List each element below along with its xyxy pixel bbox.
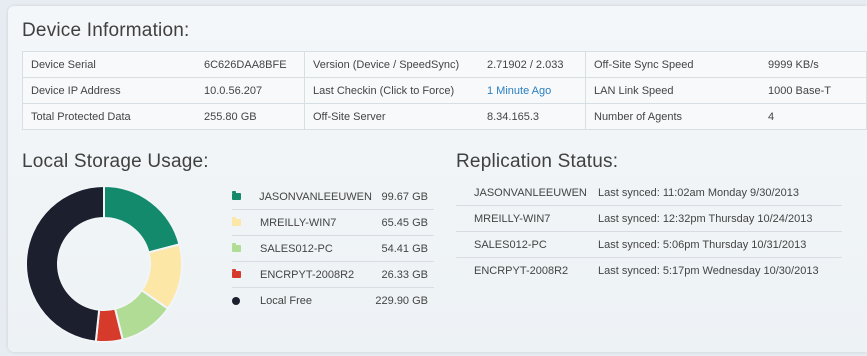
number-of-agents-value: 4 — [760, 103, 867, 130]
replication-agent-name: MREILLY-WIN7 — [474, 212, 551, 225]
device-info-table: Device Serial 6C626DAA8BFE Version (Devi… — [22, 51, 867, 130]
legend-agent-name: MREILLY-WIN7 — [260, 216, 337, 229]
replication-list: JASONVANLEEUWEN Last synced: 11:02am Mon… — [456, 180, 842, 283]
replication-last-synced: Last synced: 12:32pm Thursday 10/24/2013 — [598, 212, 813, 225]
circle-icon — [232, 296, 240, 305]
storage-legend: JASONVANLEEUWEN 99.67 GB MREILLY-WIN7 65… — [232, 184, 434, 313]
offsite-sync-speed-label: Off-Site Sync Speed — [585, 51, 760, 78]
offsite-server-value: 8.34.165.3 — [479, 103, 586, 130]
last-checkin-cell: 1 Minute Ago — [479, 77, 586, 104]
replication-agent-name: ENCRPYT-2008R2 — [474, 264, 569, 277]
legend-item: ENCRPYT-2008R2 26.33 GB — [232, 262, 434, 288]
table-row: Device IP Address 10.0.56.207 Last Check… — [22, 77, 867, 104]
table-row: Total Protected Data 255.80 GB Off-Site … — [22, 103, 867, 130]
legend-local-free-name: Local Free — [260, 294, 312, 307]
folder-icon — [232, 217, 241, 226]
legend-item: Local Free 229.90 GB — [232, 288, 434, 313]
version-value: 2.71902 / 2.033 — [479, 51, 586, 78]
replication-agent-name: SALES012-PC — [474, 238, 547, 251]
folder-icon — [232, 269, 241, 278]
force-checkin-link[interactable]: 1 Minute Ago — [487, 85, 551, 97]
table-row: Device Serial 6C626DAA8BFE Version (Devi… — [22, 51, 867, 78]
lan-link-speed-value: 1000 Base-T — [760, 77, 867, 104]
legend-agent-size: 99.67 GB — [381, 190, 428, 203]
legend-local-free-size: 229.90 GB — [375, 294, 428, 307]
list-item: SALES012-PC Last synced: 5:06pm Thursday… — [456, 232, 842, 258]
donut-slice-jasonvanleeuwen — [103, 184, 181, 254]
device-serial-value: 6C626DAA8BFE — [196, 51, 305, 78]
folder-icon — [232, 243, 241, 252]
last-checkin-label: Last Checkin (Click to Force) — [304, 77, 479, 104]
device-ip-label: Device IP Address — [22, 77, 196, 104]
device-information-heading: Device Information: — [22, 20, 190, 41]
legend-agent-size: 26.33 GB — [381, 268, 428, 281]
offsite-server-label: Off-Site Server — [304, 103, 479, 130]
legend-agent-name: JASONVANLEEUWEN — [259, 190, 372, 203]
replication-last-synced: Last synced: 5:06pm Thursday 10/31/2013 — [598, 238, 807, 251]
legend-agent-size: 54.41 GB — [381, 242, 428, 255]
replication-last-synced: Last synced: 5:17pm Wednesday 10/30/2013 — [598, 264, 819, 277]
replication-status-heading: Replication Status: — [456, 151, 619, 172]
legend-item: SALES012-PC 54.41 GB — [232, 236, 434, 262]
list-item: ENCRPYT-2008R2 Last synced: 5:17pm Wedne… — [456, 258, 842, 283]
legend-item: MREILLY-WIN7 65.45 GB — [232, 210, 434, 236]
legend-agent-name: ENCRPYT-2008R2 — [260, 268, 355, 281]
legend-agent-size: 65.45 GB — [381, 216, 428, 229]
offsite-sync-speed-value: 9999 KB/s — [760, 51, 867, 78]
storage-donut-chart — [25, 184, 183, 343]
folder-icon — [232, 191, 241, 200]
replication-last-synced: Last synced: 11:02am Monday 9/30/2013 — [598, 186, 799, 199]
total-protected-data-value: 255.80 GB — [196, 103, 305, 130]
list-item: JASONVANLEEUWEN Last synced: 11:02am Mon… — [456, 180, 842, 206]
list-item: MREILLY-WIN7 Last synced: 12:32pm Thursd… — [456, 206, 842, 232]
legend-agent-name: SALES012-PC — [260, 242, 333, 255]
local-storage-heading: Local Storage Usage: — [22, 151, 209, 172]
legend-item: JASONVANLEEUWEN 99.67 GB — [232, 184, 434, 210]
device-serial-label: Device Serial — [22, 51, 196, 78]
number-of-agents-label: Number of Agents — [585, 103, 760, 130]
donut-slice-local-free — [25, 184, 105, 343]
version-label: Version (Device / SpeedSync) — [304, 51, 479, 78]
total-protected-data-label: Total Protected Data — [22, 103, 196, 130]
lan-link-speed-label: LAN Link Speed — [585, 77, 760, 104]
replication-agent-name: JASONVANLEEUWEN — [474, 186, 587, 199]
device-ip-value: 10.0.56.207 — [196, 77, 305, 104]
